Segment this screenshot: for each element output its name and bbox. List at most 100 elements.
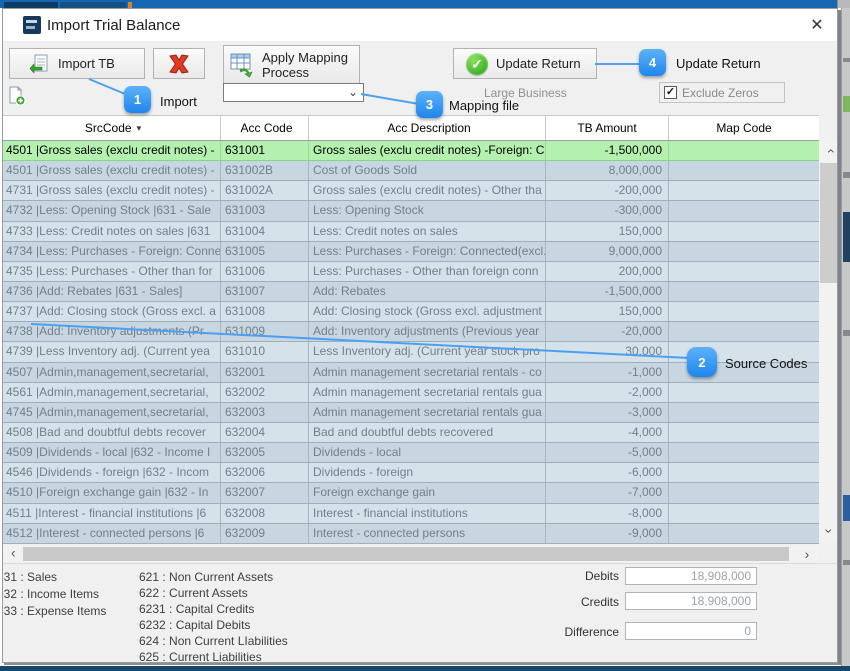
cell-acc[interactable]: 631008 bbox=[221, 302, 309, 321]
cell-map[interactable] bbox=[669, 282, 819, 301]
cancel-button[interactable] bbox=[153, 48, 205, 79]
cell-acc[interactable]: 632005 bbox=[221, 443, 309, 462]
cell-map[interactable] bbox=[669, 302, 819, 321]
cell-acc[interactable]: 631002B bbox=[221, 161, 309, 180]
table-row[interactable]: 4512 |Interest - connected persons |6632… bbox=[3, 524, 819, 544]
checkbox-check-icon[interactable]: ✓ bbox=[664, 86, 677, 99]
cell-desc[interactable]: Less: Credit notes on sales bbox=[309, 222, 546, 241]
cell-map[interactable] bbox=[669, 383, 819, 402]
table-row[interactable]: 4733 |Less: Credit notes on sales |63163… bbox=[3, 222, 819, 242]
cell-src[interactable]: 4736 |Add: Rebates |631 - Sales] bbox=[3, 282, 221, 301]
scroll-right-icon[interactable]: › bbox=[799, 547, 815, 562]
cell-map[interactable] bbox=[669, 222, 819, 241]
update-return-button[interactable]: ✓ Update Return bbox=[453, 48, 597, 79]
cell-map[interactable] bbox=[669, 524, 819, 543]
cell-acc[interactable]: 632003 bbox=[221, 403, 309, 422]
cell-desc[interactable]: Admin management secretarial rentals - c… bbox=[309, 363, 546, 382]
cell-src[interactable]: 4739 |Less Inventory adj. (Current yea bbox=[3, 342, 221, 361]
cell-amt[interactable]: 9,000,000 bbox=[546, 242, 669, 261]
add-file-icon[interactable] bbox=[7, 86, 27, 106]
cell-acc[interactable]: 632006 bbox=[221, 463, 309, 482]
cell-amt[interactable]: 200,000 bbox=[546, 262, 669, 281]
cell-src[interactable]: 4501 |Gross sales (exclu credit notes) - bbox=[3, 141, 221, 160]
cell-map[interactable] bbox=[669, 262, 819, 281]
cell-map[interactable] bbox=[669, 403, 819, 422]
cell-src[interactable]: 4508 |Bad and doubtful debts recover bbox=[3, 423, 221, 442]
cell-src[interactable]: 4732 |Less: Opening Stock |631 - Sale bbox=[3, 201, 221, 220]
table-row[interactable]: 4561 |Admin,management,secretarial,63200… bbox=[3, 383, 819, 403]
cell-desc[interactable]: Dividends - local bbox=[309, 443, 546, 462]
table-row[interactable]: 4732 |Less: Opening Stock |631 - Sale631… bbox=[3, 201, 819, 221]
table-row[interactable]: 4511 |Interest - financial institutions … bbox=[3, 504, 819, 524]
cell-src[interactable]: 4731 |Gross sales (exclu credit notes) - bbox=[3, 181, 221, 200]
cell-acc[interactable]: 632004 bbox=[221, 423, 309, 442]
cell-acc[interactable]: 631005 bbox=[221, 242, 309, 261]
close-icon[interactable]: ✕ bbox=[807, 16, 827, 36]
cell-desc[interactable]: Less: Purchases - Other than foreign con… bbox=[309, 262, 546, 281]
scroll-up-icon[interactable]: › bbox=[819, 141, 838, 161]
table-row[interactable]: 4745 |Admin,management,secretarial,63200… bbox=[3, 403, 819, 423]
scroll-left-icon[interactable]: › bbox=[5, 547, 21, 562]
table-row[interactable]: 4508 |Bad and doubtful debts recover6320… bbox=[3, 423, 819, 443]
cell-desc[interactable]: Bad and doubtful debts recovered bbox=[309, 423, 546, 442]
cell-desc[interactable]: Interest - financial institutions bbox=[309, 504, 546, 523]
cell-acc[interactable]: 631004 bbox=[221, 222, 309, 241]
cell-amt[interactable]: 150,000 bbox=[546, 302, 669, 321]
cell-src[interactable]: 4745 |Admin,management,secretarial, bbox=[3, 403, 221, 422]
cell-acc[interactable]: 631007 bbox=[221, 282, 309, 301]
table-row[interactable]: 4737 |Add: Closing stock (Gross excl. a6… bbox=[3, 302, 819, 322]
table-row[interactable]: 4734 |Less: Purchases - Foreign: Conne63… bbox=[3, 242, 819, 262]
credits-field[interactable]: 18,908,000 bbox=[625, 592, 757, 610]
cell-desc[interactable]: Foreign exchange gain bbox=[309, 483, 546, 502]
cell-amt[interactable]: 8,000,000 bbox=[546, 161, 669, 180]
cell-amt[interactable]: -200,000 bbox=[546, 181, 669, 200]
cell-map[interactable] bbox=[669, 141, 819, 160]
column-header-tb-amount[interactable]: TB Amount bbox=[546, 116, 669, 140]
cell-amt[interactable]: 150,000 bbox=[546, 222, 669, 241]
cell-desc[interactable]: Interest - connected persons bbox=[309, 524, 546, 543]
cell-map[interactable] bbox=[669, 504, 819, 523]
cell-acc[interactable]: 631006 bbox=[221, 262, 309, 281]
cell-desc[interactable]: Gross sales (exclu credit notes) - Other… bbox=[309, 181, 546, 200]
cell-amt[interactable]: -1,500,000 bbox=[546, 282, 669, 301]
cell-src[interactable]: 4507 |Admin,management,secretarial, bbox=[3, 363, 221, 382]
cell-amt[interactable]: -4,000 bbox=[546, 423, 669, 442]
cell-acc[interactable]: 632008 bbox=[221, 504, 309, 523]
cell-amt[interactable]: -7,000 bbox=[546, 483, 669, 502]
table-row[interactable]: 4546 |Dividends - foreign |632 - Incom63… bbox=[3, 463, 819, 483]
cell-src[interactable]: 4501 |Gross sales (exclu credit notes) - bbox=[3, 161, 221, 180]
column-header-srccode[interactable]: SrcCode▾ bbox=[3, 116, 221, 140]
table-row[interactable]: 4510 |Foreign exchange gain |632 - In632… bbox=[3, 483, 819, 503]
cell-acc[interactable]: 632007 bbox=[221, 483, 309, 502]
difference-field[interactable]: 0 bbox=[625, 622, 757, 640]
cell-amt[interactable]: -9,000 bbox=[546, 524, 669, 543]
cell-acc[interactable]: 631010 bbox=[221, 342, 309, 361]
cell-acc[interactable]: 631001 bbox=[221, 141, 309, 160]
cell-acc[interactable]: 631003 bbox=[221, 201, 309, 220]
cell-desc[interactable]: Add: Closing stock (Gross excl. adjustme… bbox=[309, 302, 546, 321]
cell-amt[interactable]: -6,000 bbox=[546, 463, 669, 482]
cell-acc[interactable]: 632002 bbox=[221, 383, 309, 402]
cell-src[interactable]: 4733 |Less: Credit notes on sales |631 bbox=[3, 222, 221, 241]
table-row[interactable]: 4509 |Dividends - local |632 - Income I6… bbox=[3, 443, 819, 463]
vertical-scrollbar-thumb[interactable] bbox=[820, 163, 838, 283]
cell-amt[interactable]: -3,000 bbox=[546, 403, 669, 422]
cell-amt[interactable]: -1,500,000 bbox=[546, 141, 669, 160]
cell-acc[interactable]: 632001 bbox=[221, 363, 309, 382]
cell-desc[interactable]: Dividends - foreign bbox=[309, 463, 546, 482]
debits-field[interactable]: 18,908,000 bbox=[625, 567, 757, 585]
cell-desc[interactable]: Less: Purchases - Foreign: Connected(exc… bbox=[309, 242, 546, 261]
column-header-acc-description[interactable]: Acc Description bbox=[309, 116, 546, 140]
cell-src[interactable]: 4734 |Less: Purchases - Foreign: Conne bbox=[3, 242, 221, 261]
cell-src[interactable]: 4546 |Dividends - foreign |632 - Incom bbox=[3, 463, 221, 482]
cell-desc[interactable]: Admin management secretarial rentals gua bbox=[309, 403, 546, 422]
table-row[interactable]: 4738 |Add: Inventory adjustments (Pr6310… bbox=[3, 322, 819, 342]
cell-map[interactable] bbox=[669, 242, 819, 261]
cell-amt[interactable]: -5,000 bbox=[546, 443, 669, 462]
exclude-zeros-checkbox[interactable]: ✓ Exclude Zeros bbox=[659, 82, 785, 103]
cell-desc[interactable]: Less: Opening Stock bbox=[309, 201, 546, 220]
apply-mapping-process-button[interactable]: Apply Mapping Process bbox=[223, 45, 360, 84]
cell-src[interactable]: 4511 |Interest - financial institutions … bbox=[3, 504, 221, 523]
cell-amt[interactable]: -2,000 bbox=[546, 383, 669, 402]
table-row[interactable]: 4731 |Gross sales (exclu credit notes) -… bbox=[3, 181, 819, 201]
